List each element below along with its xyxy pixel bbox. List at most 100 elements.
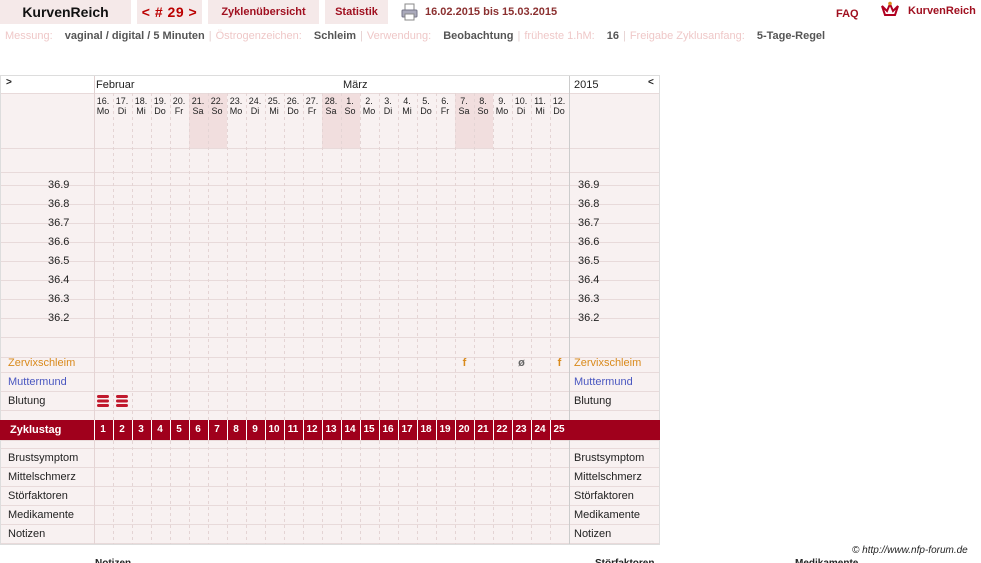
meta-key: Messung: bbox=[5, 30, 53, 42]
cycle-day-number[interactable]: 1 bbox=[94, 423, 112, 437]
credit[interactable]: © http://www.nfp-forum.de bbox=[852, 545, 968, 556]
crown-logo-icon[interactable] bbox=[880, 1, 900, 19]
cut-off-label: Störfaktoren bbox=[595, 558, 654, 563]
meta-key: Freigabe Zyklusanfang: bbox=[629, 30, 745, 42]
day-header: 26. Do bbox=[284, 96, 302, 116]
day-weekday: Do bbox=[287, 106, 299, 116]
cervix-label-left: Zervixschleim bbox=[8, 357, 76, 369]
day-weekday: Fr bbox=[440, 106, 450, 116]
cycle-day-number[interactable]: 22 bbox=[493, 423, 511, 437]
meta-value: Beobachtung bbox=[440, 30, 514, 42]
cycle-day-number[interactable]: 18 bbox=[417, 423, 435, 437]
cycle-day-number[interactable]: 15 bbox=[360, 423, 378, 437]
row-label-right: Medikamente bbox=[574, 509, 641, 521]
cycle-day-number[interactable]: 9 bbox=[246, 423, 264, 437]
day-date: 17. bbox=[115, 96, 129, 106]
day-weekday: Di bbox=[516, 106, 526, 116]
printer-icon[interactable] bbox=[401, 3, 418, 21]
meta-separator: | bbox=[622, 30, 626, 42]
cycle-day-number[interactable]: 17 bbox=[398, 423, 416, 437]
day-date: 2. bbox=[365, 96, 373, 106]
cycle-day-number[interactable]: 23 bbox=[512, 423, 530, 437]
cycle-day-number[interactable]: 7 bbox=[208, 423, 226, 437]
meta-key: Östrogenzeichen: bbox=[215, 30, 302, 42]
year-label: 2015 bbox=[574, 79, 599, 91]
cycle-day-number[interactable]: 6 bbox=[189, 423, 207, 437]
next-arrow[interactable]: < bbox=[648, 77, 654, 89]
cycle-day-number[interactable]: 20 bbox=[455, 423, 473, 437]
day-weekday: Fr bbox=[307, 106, 317, 116]
prev-arrow[interactable]: > bbox=[6, 77, 12, 89]
cycle-day-number[interactable]: 5 bbox=[170, 423, 188, 437]
temperature-label-right: 36.9 bbox=[578, 179, 600, 191]
temperature-label-right: 36.3 bbox=[578, 293, 600, 305]
day-date: 16. bbox=[96, 96, 110, 106]
app-title[interactable]: KurvenReich bbox=[0, 0, 131, 24]
statistics-link[interactable]: Statistik bbox=[325, 0, 388, 24]
meta-value: Schleim bbox=[310, 30, 357, 42]
bleeding-icon bbox=[116, 404, 128, 407]
cycle-day-number[interactable]: 19 bbox=[436, 423, 454, 437]
os-label-left: Muttermund bbox=[8, 376, 67, 388]
top-bar: KurvenReich < # 29 > Zyklenübersicht Sta… bbox=[0, 0, 981, 26]
bleeding-icon bbox=[97, 404, 109, 407]
cycle-day-number[interactable]: 16 bbox=[379, 423, 397, 437]
day-header: 20. Fr bbox=[170, 96, 188, 116]
month-february: Februar bbox=[96, 79, 135, 91]
cycle-day-number[interactable]: 25 bbox=[550, 423, 568, 437]
cycle-day-number[interactable]: 13 bbox=[322, 423, 340, 437]
chart-grid bbox=[0, 75, 660, 545]
date-range: 16.02.2015 bis 15.03.2015 bbox=[425, 6, 558, 18]
day-weekday: Mi bbox=[269, 106, 279, 116]
day-date: 11. bbox=[534, 96, 546, 106]
day-weekday: Mi bbox=[402, 106, 412, 116]
day-date: 10. bbox=[514, 96, 528, 106]
day-weekday: Mo bbox=[96, 106, 110, 116]
cycle-settings: Messung: vaginal / digital / 5 Minuten | Ö… bbox=[5, 30, 981, 42]
cycle-day-number[interactable]: 3 bbox=[132, 423, 150, 437]
day-header: 11. Mi bbox=[531, 96, 549, 116]
temperature-label-left: 36.3 bbox=[48, 293, 70, 305]
day-date: 7. bbox=[460, 96, 468, 106]
day-header: 7. Sa bbox=[455, 96, 473, 116]
day-weekday: So bbox=[211, 106, 223, 116]
meta-value: 16 bbox=[603, 30, 619, 42]
logo-text[interactable]: KurvenReich bbox=[908, 5, 976, 17]
row-label-right: Notizen bbox=[574, 528, 612, 540]
temperature-label-right: 36.2 bbox=[578, 312, 600, 324]
day-header: 2. Mo bbox=[360, 96, 378, 116]
day-date: 20. bbox=[172, 96, 186, 106]
temperature-label-right: 36.7 bbox=[578, 217, 600, 229]
day-date: 28. bbox=[324, 96, 338, 106]
cut-off-labels: Notizen Störfaktoren Medikamente bbox=[0, 558, 981, 563]
cycle-overview-link[interactable]: Zyklenübersicht bbox=[208, 0, 319, 24]
faq-link[interactable]: FAQ bbox=[836, 8, 859, 20]
row-label-left: Brustsymptom bbox=[8, 452, 79, 464]
day-date: 26. bbox=[286, 96, 300, 106]
cycle-day-number[interactable]: 14 bbox=[341, 423, 359, 437]
cycle-day-number[interactable]: 2 bbox=[113, 423, 131, 437]
day-date: 3. bbox=[384, 96, 392, 106]
temperature-label-left: 36.9 bbox=[48, 179, 70, 191]
temperature-label-left: 36.7 bbox=[48, 217, 70, 229]
day-date: 5. bbox=[422, 96, 430, 106]
temperature-label-right: 36.4 bbox=[578, 274, 600, 286]
day-header: 5. Do bbox=[417, 96, 435, 116]
bleeding-icon bbox=[116, 399, 128, 403]
day-weekday: Mo bbox=[362, 106, 376, 116]
cycle-day-number[interactable]: 10 bbox=[265, 423, 283, 437]
cycle-day-number[interactable]: 24 bbox=[531, 423, 549, 437]
cycle-day-number[interactable]: 12 bbox=[303, 423, 321, 437]
row-label-left: Notizen bbox=[8, 528, 46, 540]
cycle-day-number[interactable]: 21 bbox=[474, 423, 492, 437]
meta-separator: | bbox=[517, 30, 521, 42]
cycle-day-number[interactable]: 11 bbox=[284, 423, 302, 437]
cycle-day-number[interactable]: 8 bbox=[227, 423, 245, 437]
cycle-day-number[interactable]: 4 bbox=[151, 423, 169, 437]
bleeding-label-left: Blutung bbox=[8, 395, 46, 407]
row-label-right: Mittelschmerz bbox=[574, 471, 642, 483]
cycle-nav[interactable]: < # 29 > bbox=[137, 0, 202, 24]
meta-key: früheste 1.hM: bbox=[524, 30, 595, 42]
day-date: 18. bbox=[134, 96, 148, 106]
bleeding-label-right: Blutung bbox=[574, 395, 612, 407]
